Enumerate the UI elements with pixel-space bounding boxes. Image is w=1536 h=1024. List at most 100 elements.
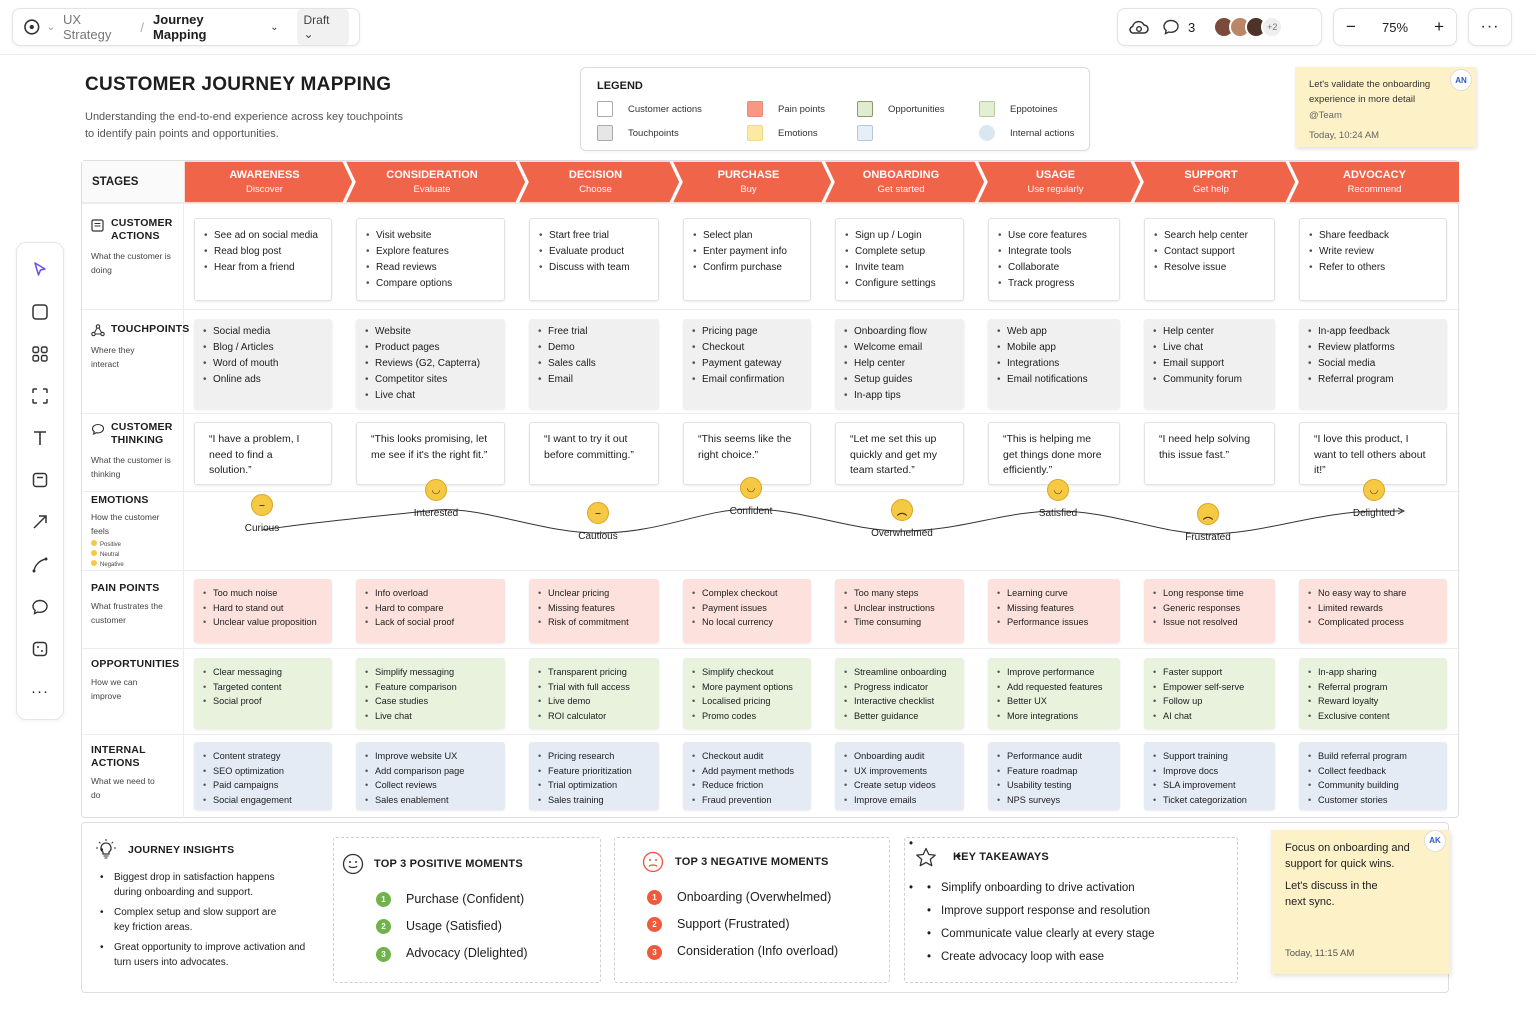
cloud-sync-icon[interactable] (1128, 18, 1150, 36)
customer-action-card[interactable]: Start free trialEvaluate productDiscuss … (529, 218, 659, 301)
thinking-card[interactable]: “I want to try it out before committing.… (529, 422, 659, 485)
pain-point-card[interactable]: Too much noiseHard to stand outUnclear v… (194, 579, 332, 643)
thinking-card[interactable]: “Let me set this up quickly and get my t… (835, 422, 964, 485)
comment-tool[interactable] (25, 593, 55, 622)
legend-label: Pain points (778, 103, 826, 115)
list-item: More integrations (997, 709, 1114, 724)
customer-action-card[interactable]: Share feedbackWrite reviewRefer to other… (1299, 218, 1447, 301)
zoom-control: − 75% + (1333, 8, 1457, 46)
logo-menu-chevron-icon[interactable]: ⌄ (47, 22, 55, 33)
customer-action-card[interactable]: Select planEnter payment infoConfirm pur… (683, 218, 811, 301)
touchpoint-card[interactable]: Help centerLive chatEmail supportCommuni… (1144, 319, 1275, 409)
emotion-point[interactable]: ◡ Delighted (1329, 479, 1419, 519)
status-dropdown[interactable]: Draft ⌄ (296, 9, 349, 45)
internal-action-card[interactable]: Improve website UXAdd comparison pageCol… (356, 742, 505, 810)
select-tool[interactable] (25, 255, 55, 284)
sticky-note[interactable]: Focus on onboarding and support for quic… (1271, 830, 1450, 974)
customer-action-card[interactable]: Visit websiteExplore featuresRead review… (356, 218, 505, 301)
customer-action-card[interactable]: Search help centerContact supportResolve… (1144, 218, 1275, 301)
touchpoint-card[interactable]: Free trialDemoSales callsEmail (529, 319, 659, 409)
takeaways-list: Simplify onboarding to drive activation … (905, 882, 1225, 963)
pain-point-card[interactable]: Info overloadHard to compareLack of soci… (356, 579, 505, 643)
moment-label: Usage (Satisfied) (406, 919, 502, 934)
customer-action-card[interactable]: Use core featuresIntegrate toolsCollabor… (988, 218, 1120, 301)
internal-action-card[interactable]: Build referral programCollect feedbackCo… (1299, 742, 1447, 810)
opportunity-card[interactable]: Simplify messagingFeature comparisonCase… (356, 658, 505, 729)
pen-tool[interactable] (25, 550, 55, 579)
internal-action-card[interactable]: Support trainingImprove docsSLA improvem… (1144, 742, 1275, 810)
emotion-point[interactable]: – Cautious (553, 502, 643, 542)
text-tool[interactable] (25, 424, 55, 453)
thinking-card[interactable]: “This looks promising, let me see if it'… (356, 422, 505, 485)
opportunity-card[interactable]: Simplify checkoutMore payment optionsLoc… (683, 658, 811, 729)
author-avatar[interactable]: AN (1450, 69, 1472, 91)
breadcrumb-parent[interactable]: UX Strategy (63, 12, 131, 42)
section-tool[interactable] (25, 382, 55, 411)
breadcrumb-current[interactable]: Journey Mapping (153, 12, 258, 42)
thinking-card[interactable]: “I have a problem, I need to find a solu… (194, 422, 332, 485)
pain-point-card[interactable]: Unclear pricingMissing featuresRisk of c… (529, 579, 659, 643)
connector-tool[interactable] (25, 508, 55, 537)
pain-point-card[interactable]: Long response timeGeneric responsesIssue… (1144, 579, 1275, 643)
app-logo-icon[interactable] (23, 18, 41, 36)
emotion-point[interactable]: ◡ Satisfied (1013, 479, 1103, 519)
list-item: Simplify checkout (692, 665, 805, 680)
internal-action-card[interactable]: Checkout auditAdd payment methodsReduce … (683, 742, 811, 810)
emotion-point[interactable]: – Curious (217, 494, 307, 534)
thinking-card[interactable]: “This seems like the right choice.” (683, 422, 811, 485)
opportunity-card[interactable]: Streamline onboardingProgress indicatorI… (835, 658, 964, 729)
thinking-quote: “This seems like the right choice.” (698, 433, 792, 461)
emotion-point[interactable]: ◡ Interested (391, 479, 481, 519)
chevron-down-icon[interactable]: ⌄ (270, 22, 278, 33)
touchpoint-card[interactable]: In-app feedbackReview platformsSocial me… (1299, 319, 1447, 409)
pain-point-card[interactable]: No easy way to shareLimited rewardsCompl… (1299, 579, 1447, 643)
touchpoint-card[interactable]: Social mediaBlog / ArticlesWord of mouth… (194, 319, 332, 409)
legend[interactable]: LEGEND Customer actions Touchpoints Pain… (580, 67, 1090, 151)
bullet-list: WebsiteProduct pagesReviews (G2, Capterr… (365, 324, 499, 404)
components-tool[interactable] (25, 339, 55, 368)
touchpoint-card[interactable]: Onboarding flowWelcome emailHelp centerS… (835, 319, 964, 409)
zoom-in-button[interactable]: + (1434, 17, 1444, 37)
frame-tool[interactable] (25, 297, 55, 326)
customer-action-card[interactable]: Sign up / LoginComplete setupInvite team… (835, 218, 964, 301)
more-tools-button[interactable]: ··· (25, 677, 55, 706)
bullet-list: Faster supportEmpower self-serveFollow u… (1153, 665, 1269, 723)
internal-action-card[interactable]: Onboarding auditUX improvementsCreate se… (835, 742, 964, 810)
emotion-point[interactable]: ︵ Overwhelmed (857, 499, 947, 539)
thinking-card[interactable]: “This is helping me get things done more… (988, 422, 1120, 485)
avatar-overflow[interactable]: +2 (1261, 16, 1284, 38)
more-options-button[interactable]: ··· (1468, 8, 1512, 46)
touchpoint-card[interactable]: Web appMobile appIntegrationsEmail notif… (988, 319, 1120, 409)
customer-action-card[interactable]: See ad on social mediaRead blog postHear… (194, 218, 332, 301)
thinking-card[interactable]: “I need help solving this issue fast.” (1144, 422, 1275, 485)
bullet-list: Search help centerContact supportResolve… (1154, 228, 1268, 276)
opportunity-card[interactable]: Clear messagingTargeted contentSocial pr… (194, 658, 332, 729)
internal-action-card[interactable]: Content strategySEO optimizationPaid cam… (194, 742, 332, 810)
thinking-card[interactable]: “I love this product, I want to tell oth… (1299, 422, 1447, 485)
emotion-point[interactable]: ︵ Frustrated (1163, 503, 1253, 543)
list-item: Create setup videos (844, 778, 958, 793)
pain-point-card[interactable]: Complex checkoutPayment issuesNo local c… (683, 579, 811, 643)
sticky-note[interactable]: Let's validate the onboarding experience… (1295, 67, 1476, 147)
bullet-list: Info overloadHard to compareLack of soci… (365, 586, 499, 630)
zoom-out-button[interactable]: − (1346, 17, 1356, 37)
touchpoint-card[interactable]: WebsiteProduct pagesReviews (G2, Capterr… (356, 319, 505, 409)
sticky-note-tool[interactable] (25, 466, 55, 495)
author-avatar[interactable]: AK (1424, 830, 1446, 852)
insight-item: Biggest drop in satisfaction happens dur… (96, 870, 286, 900)
list-item: Compare options (366, 276, 498, 292)
comment-icon[interactable] (1162, 18, 1180, 36)
pain-point-card[interactable]: Too many stepsUnclear instructionsTime c… (835, 579, 964, 643)
internal-action-card[interactable]: Performance auditFeature roadmapUsabilit… (988, 742, 1120, 810)
emotion-point[interactable]: ◡ Confident (706, 477, 796, 517)
list-item: Demo (538, 340, 653, 356)
opportunity-card[interactable]: Improve performanceAdd requested feature… (988, 658, 1120, 729)
opportunity-card[interactable]: Transparent pricingTrial with full acces… (529, 658, 659, 729)
zoom-level[interactable]: 75% (1382, 20, 1408, 35)
pain-point-card[interactable]: Learning curveMissing featuresPerformanc… (988, 579, 1120, 643)
opportunity-card[interactable]: Faster supportEmpower self-serveFollow u… (1144, 658, 1275, 729)
touchpoint-card[interactable]: Pricing pageCheckoutPayment gatewayEmail… (683, 319, 811, 409)
emoji-tool[interactable] (25, 635, 55, 664)
internal-action-card[interactable]: Pricing researchFeature prioritizationTr… (529, 742, 659, 810)
opportunity-card[interactable]: In-app sharingReferral programReward loy… (1299, 658, 1447, 729)
